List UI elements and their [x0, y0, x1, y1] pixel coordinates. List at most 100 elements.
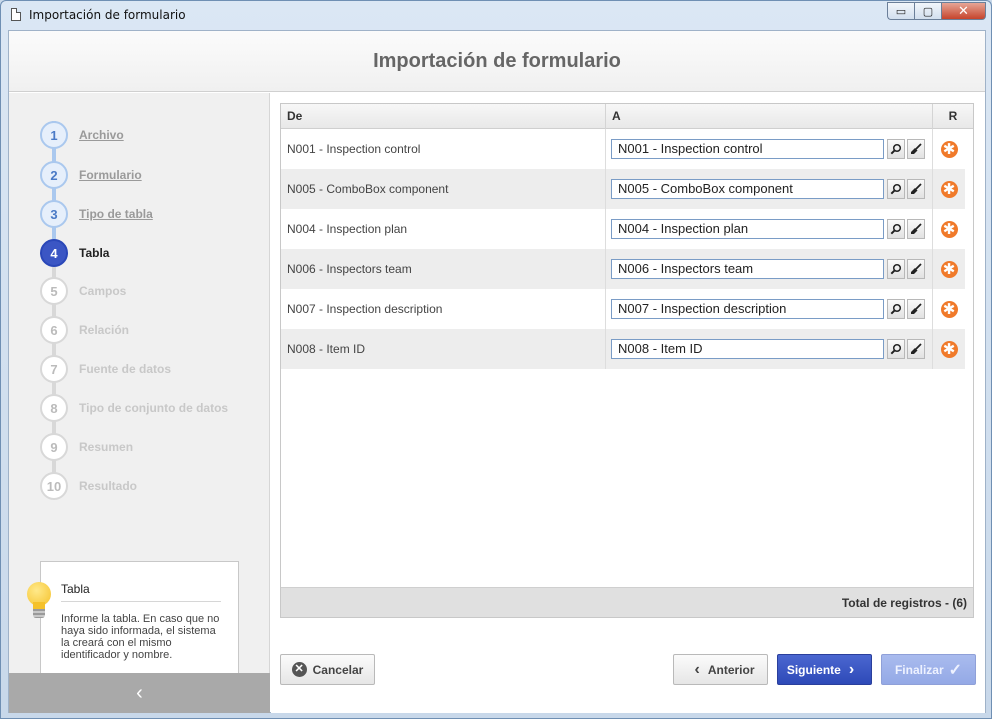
clear-button[interactable]	[907, 219, 925, 239]
required-cell: ✱	[933, 169, 965, 209]
target-cell: N008 - Item ID	[606, 329, 933, 369]
source-cell: N001 - Inspection control	[281, 129, 606, 169]
target-table-field[interactable]: N001 - Inspection control	[611, 139, 884, 159]
search-icon	[890, 263, 902, 275]
table-row[interactable]: N005 - ComboBox component N005 - ComboBo…	[281, 169, 965, 209]
clear-button[interactable]	[907, 179, 925, 199]
search-icon	[890, 183, 902, 195]
source-cell: N007 - Inspection description	[281, 289, 606, 329]
required-icon: ✱	[940, 260, 958, 278]
close-icon: ✕	[958, 3, 969, 18]
step-number: 3	[40, 200, 68, 228]
step-label: Formulario	[79, 168, 142, 182]
search-icon	[890, 143, 902, 155]
eraser-icon	[911, 303, 922, 314]
title-bar[interactable]: Importación de formulario ▭ ▢ ✕	[1, 1, 991, 29]
main-content: De A R N001 - Inspection control N001 - …	[271, 93, 985, 713]
table-row[interactable]: N006 - Inspectors team N006 - Inspectors…	[281, 249, 965, 289]
search-icon	[890, 343, 902, 355]
cancel-button[interactable]: ✕ Cancelar	[280, 654, 375, 685]
target-table-field[interactable]: N005 - ComboBox component	[611, 179, 884, 199]
target-table-field[interactable]: N007 - Inspection description	[611, 299, 884, 319]
search-button[interactable]	[887, 259, 905, 279]
step-number: 5	[40, 277, 68, 305]
previous-button[interactable]: ‹ Anterior	[673, 654, 768, 685]
wizard-header: Importación de formulario	[9, 31, 985, 92]
next-label: Siguiente	[786, 662, 841, 677]
window-title: Importación de formulario	[29, 8, 186, 22]
target-cell: N001 - Inspection control	[606, 129, 933, 169]
step-number: 9	[40, 433, 68, 461]
column-header-r[interactable]: R	[933, 104, 973, 129]
clear-button[interactable]	[907, 139, 925, 159]
source-cell: N005 - ComboBox component	[281, 169, 606, 209]
clear-button[interactable]	[907, 339, 925, 359]
target-table-field[interactable]: N008 - Item ID	[611, 339, 884, 359]
step-number: 8	[40, 394, 68, 422]
target-cell: N006 - Inspectors team	[606, 249, 933, 289]
target-table-field[interactable]: N004 - Inspection plan	[611, 219, 884, 239]
collapse-sidebar-button[interactable]: ‹	[9, 673, 270, 713]
step-archivo[interactable]: 1 Archivo	[40, 121, 124, 149]
source-cell: N008 - Item ID	[281, 329, 606, 369]
wizard-sidebar: 1 Archivo 2 Formulario 3 Tipo de tabla 4…	[9, 93, 270, 713]
required-icon: ✱	[940, 340, 958, 358]
column-header-de[interactable]: De	[281, 104, 606, 129]
required-cell: ✱	[933, 289, 965, 329]
lightbulb-icon	[27, 582, 51, 620]
maximize-button[interactable]: ▢	[914, 2, 941, 20]
table-mapping-grid: De A R N001 - Inspection control N001 - …	[280, 103, 974, 618]
step-label: Tipo de conjunto de datos	[79, 401, 229, 415]
required-cell: ✱	[933, 329, 965, 369]
search-button[interactable]	[887, 179, 905, 199]
close-button[interactable]: ✕	[941, 2, 986, 20]
search-button[interactable]	[887, 339, 905, 359]
next-button[interactable]: Siguiente ›	[777, 654, 872, 685]
table-row[interactable]: N008 - Item ID N008 - Item ID ✱	[281, 329, 965, 369]
window-controls: ▭ ▢ ✕	[887, 2, 986, 20]
step-resultado: 10 Resultado	[40, 472, 137, 500]
chevron-right-icon: ›	[848, 660, 855, 678]
grid-header: De A R	[281, 104, 973, 129]
previous-label: Anterior	[707, 662, 755, 677]
step-tipo-de-conjunto-de-datos: 8 Tipo de conjunto de datos	[40, 394, 228, 422]
step-number: 2	[40, 161, 68, 189]
step-number: 4	[40, 239, 68, 267]
search-button[interactable]	[887, 139, 905, 159]
step-relacion: 6 Relación	[40, 316, 129, 344]
target-table-field[interactable]: N006 - Inspectors team	[611, 259, 884, 279]
table-row[interactable]: N001 - Inspection control N001 - Inspect…	[281, 129, 965, 169]
eraser-icon	[911, 343, 922, 354]
step-label: Fuente de datos	[79, 362, 172, 376]
clear-button[interactable]	[907, 259, 925, 279]
search-icon	[890, 223, 902, 235]
maximize-icon: ▢	[922, 5, 934, 18]
step-label: Resumen	[79, 440, 134, 454]
search-button[interactable]	[887, 219, 905, 239]
step-label: Tipo de tabla	[79, 207, 153, 221]
source-cell: N004 - Inspection plan	[281, 209, 606, 249]
step-number: 7	[40, 355, 68, 383]
table-row[interactable]: N004 - Inspection plan N004 - Inspection…	[281, 209, 965, 249]
column-header-a[interactable]: A	[606, 104, 933, 129]
step-formulario[interactable]: 2 Formulario	[40, 161, 142, 189]
step-label: Archivo	[79, 128, 124, 142]
table-row[interactable]: N007 - Inspection description N007 - Ins…	[281, 289, 965, 329]
required-cell: ✱	[933, 129, 965, 169]
required-icon: ✱	[940, 300, 958, 318]
clear-button[interactable]	[907, 299, 925, 319]
step-label: Tabla	[79, 246, 110, 260]
step-label: Resultado	[79, 479, 138, 493]
step-tipo-de-tabla[interactable]: 3 Tipo de tabla	[40, 200, 153, 228]
finish-button[interactable]: Finalizar ✓	[881, 654, 976, 685]
eraser-icon	[911, 183, 922, 194]
eraser-icon	[911, 223, 922, 234]
minimize-button[interactable]: ▭	[887, 2, 914, 20]
chevron-left-icon: ‹	[136, 681, 143, 704]
step-tabla: 4 Tabla	[40, 239, 109, 267]
search-button[interactable]	[887, 299, 905, 319]
target-cell: N004 - Inspection plan	[606, 209, 933, 249]
cancel-label: Cancelar	[312, 662, 364, 677]
hint-text: Informe la tabla. En caso que no haya si…	[61, 613, 220, 661]
step-number: 6	[40, 316, 68, 344]
